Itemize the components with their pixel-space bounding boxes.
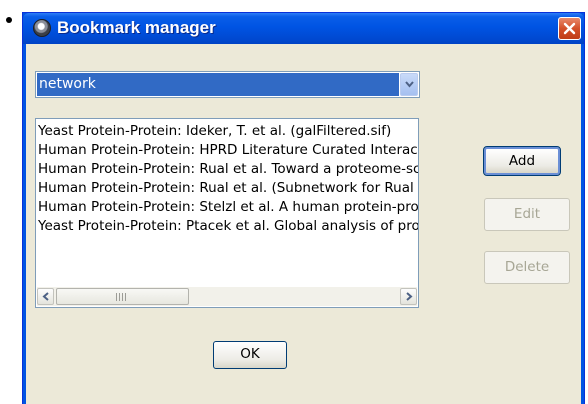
thumb-grip [116,293,128,301]
app-icon [33,19,51,37]
list-item[interactable]: Human Protein-Protein: Rual et al. Towar… [38,160,418,179]
list-item[interactable]: Human Protein-Protein: Stelzl et al. A h… [38,198,418,217]
delete-button[interactable]: Delete [484,251,570,284]
list-item[interactable]: Human Protein-Protein: Rual et al. (Subn… [38,179,418,198]
chevron-down-icon [405,81,414,88]
arrow-right-icon [406,292,413,301]
close-icon [563,22,576,35]
title-bar[interactable]: Bookmark manager [23,13,584,44]
bullet-marker [6,17,12,23]
scrollbar-thumb[interactable] [56,288,189,305]
arrow-left-icon [42,292,49,301]
horizontal-scrollbar[interactable] [37,287,417,306]
list-item[interactable]: Human Protein-Protein: HPRD Literature C… [38,141,418,160]
category-dropdown[interactable]: network [35,71,420,98]
list-item[interactable]: Yeast Protein-Protein: Ideker, T. et al.… [38,122,391,141]
category-selected-value: network [37,73,399,96]
scroll-left-button[interactable] [37,288,54,305]
list-item[interactable]: Yeast Protein-Protein: Ptacek et al. Glo… [38,217,418,236]
ok-button[interactable]: OK [213,341,287,369]
dropdown-button[interactable] [400,73,418,96]
bookmark-list[interactable]: Yeast Protein-Protein: Ideker, T. et al.… [35,118,419,308]
add-button[interactable]: Add [483,146,561,176]
scroll-right-button[interactable] [400,288,417,305]
close-button[interactable] [558,17,581,40]
window-title: Bookmark manager [57,18,216,37]
edit-button[interactable]: Edit [484,198,570,231]
